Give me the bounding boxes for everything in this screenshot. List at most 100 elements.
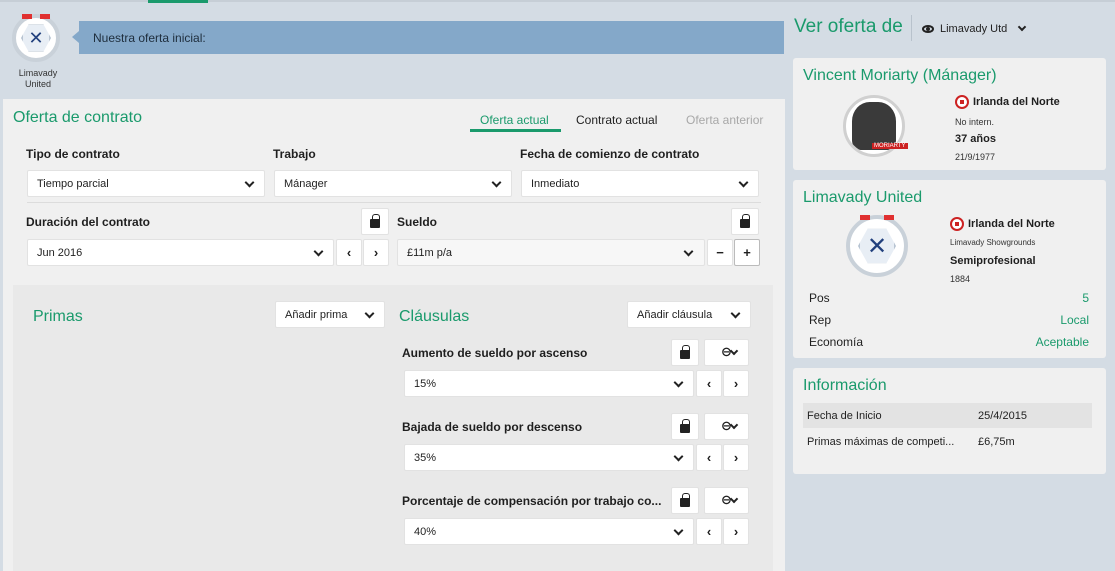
clause-lock-button[interactable] [671,339,699,366]
contract-type-select[interactable]: Tiempo parcial [27,170,265,197]
divider [911,15,912,41]
tab-current-contract[interactable]: Contrato actual [576,113,657,127]
clause-prev-button[interactable]: ‹ [696,518,722,545]
salary-input[interactable]: £11m p/a [397,239,705,266]
clause-next-button[interactable]: › [723,370,749,397]
chevron-down-icon [1018,22,1027,32]
club-founded: 1884 [950,274,971,284]
tab-current-offer[interactable]: Oferta actual [480,113,549,127]
chevron-down-icon [491,177,502,188]
clause-label: Porcentaje de compensación por trabajo c… [402,494,662,508]
duration-next-button[interactable]: › [363,239,389,266]
info-value: £6,75m [978,436,1015,448]
info-title: Información [803,377,887,394]
chevron-down-icon [673,525,684,536]
clause-value-select[interactable]: 35% [404,444,694,471]
start-date-select[interactable]: Inmediato [521,170,759,197]
clause-options-button[interactable]: ⊖ [704,339,749,366]
portrait-caption: MORIARTY [872,143,908,149]
job-label: Trabajo [273,147,316,161]
chevron-right-icon: › [373,245,379,260]
stat-label: Pos [809,291,830,305]
view-offer-club-select[interactable]: Limavady Utd [922,22,1034,35]
clauses-title: Cláusulas [399,308,470,325]
stat-value: 5 [1082,291,1089,305]
manager-name[interactable]: Vincent Moriarty (Mánager) [803,67,997,85]
duration-select[interactable]: Jun 2016 [27,239,334,266]
chevron-down-icon [244,177,255,188]
initial-offer-message: Nuestra oferta inicial: [72,21,784,54]
eye-icon [922,25,934,33]
start-date-label: Fecha de comienzo de contrato [520,147,700,161]
chevron-down-icon [738,177,749,188]
chevron-down-icon [683,246,694,257]
manager-age: 37 años [955,133,996,145]
chevron-left-icon: ‹ [706,376,712,391]
stat-value: Aceptable [1035,335,1089,349]
clause-next-button[interactable]: › [723,444,749,471]
chevron-down-icon [730,308,741,319]
tab-underline [470,129,561,132]
club-crest-icon: ✕ [12,14,60,62]
club-name[interactable]: Limavady United [803,189,922,207]
club-crest-icon: ✕ [846,215,908,277]
lock-icon [680,344,690,359]
view-offer-title: Ver oferta de [794,16,903,37]
clause-value-select[interactable]: 40% [404,518,694,545]
manager-nation[interactable]: Irlanda del Norte [955,95,1060,109]
manager-dob: 21/9/1977 [955,152,996,162]
club-stadium: Limavady Showgrounds [950,238,1036,247]
club-crest-large: ✕ [846,215,908,277]
clause-prev-button[interactable]: ‹ [696,370,722,397]
contract-type-label: Tipo de contrato [26,147,120,161]
lock-icon [680,418,690,433]
chevron-left-icon: ‹ [706,450,712,465]
club-status: Semiprofesional [950,255,1036,267]
clause-options-button[interactable]: ⊖ [704,487,749,514]
chevron-down-icon [364,308,375,319]
clause-value-select[interactable]: 15% [404,370,694,397]
job-select[interactable]: Mánager [274,170,512,197]
clause-options-button[interactable]: ⊖ [704,413,749,440]
chevron-right-icon: › [733,376,739,391]
salary-lock-button[interactable] [731,208,759,235]
chevron-right-icon: › [733,450,739,465]
divider [27,202,761,203]
info-label: Fecha de Inicio [807,410,882,422]
contract-offer-title: Oferta de contrato [13,109,142,126]
lock-icon [370,213,380,228]
club-badge[interactable]: ✕ [12,14,64,62]
chevron-left-icon: ‹ [346,245,352,260]
club-badge-name: Limavady United [18,68,58,89]
clause-prev-button[interactable]: ‹ [696,444,722,471]
duration-lock-button[interactable] [361,208,389,235]
salary-increase-button[interactable]: + [734,239,760,266]
salary-decrease-button[interactable]: − [707,239,733,266]
lock-icon [740,213,750,228]
flag-icon [950,217,964,231]
add-clause-button[interactable]: Añadir cláusula [627,301,751,328]
clause-label: Aumento de sueldo por ascenso [402,346,588,360]
clause-next-button[interactable]: › [723,518,749,545]
info-value: 25/4/2015 [978,410,1027,422]
chevron-left-icon: ‹ [706,524,712,539]
add-bonus-button[interactable]: Añadir prima [275,301,385,328]
chevron-down-icon [673,377,684,388]
manager-caps: No intern. [955,117,995,127]
bonuses-title: Primas [33,308,83,325]
duration-prev-button[interactable]: ‹ [336,239,362,266]
duration-label: Duración del contrato [26,215,151,229]
chevron-down-icon [673,451,684,462]
stat-label: Economía [809,335,864,349]
clause-lock-button[interactable] [671,413,699,440]
clause-lock-button[interactable] [671,487,699,514]
tab-previous-offer[interactable]: Oferta anterior [686,113,763,127]
stat-value: Local [1060,313,1089,327]
chevron-right-icon: › [733,524,739,539]
info-label: Primas máximas de competi... [807,436,955,448]
lock-icon [680,492,690,507]
active-tab-indicator [148,0,208,3]
flag-icon [955,95,969,109]
club-nation[interactable]: Irlanda del Norte [950,217,1055,231]
chevron-down-icon [313,246,324,257]
